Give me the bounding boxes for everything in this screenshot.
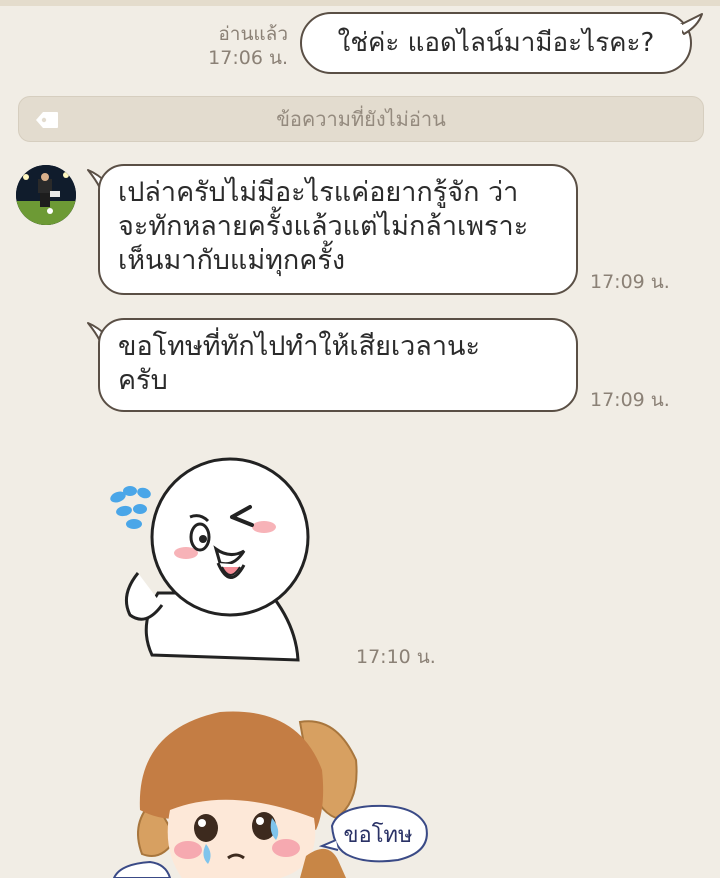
message-line: ครับ xyxy=(118,365,168,396)
read-label: อ่านแล้ว xyxy=(218,23,288,45)
unread-divider-label: ข้อความที่ยังไม่อ่าน xyxy=(276,107,446,131)
message-time: 17:10 น. xyxy=(356,646,436,668)
read-receipt: อ่านแล้ว 17:06 น. xyxy=(200,22,288,70)
outgoing-message-bubble[interactable]: ใช่ค่ะ แอดไลน์มามีอะไรคะ? xyxy=(300,12,692,74)
chat-screen: อ่านแล้ว 17:06 น. ใช่ค่ะ แอดไลน์มามีอะไร… xyxy=(0,0,720,878)
contact-avatar[interactable] xyxy=(16,165,76,225)
message-line: ขอโทษที่ทักไปทำให้เสียเวลานะ xyxy=(118,331,480,362)
outgoing-bubble-tail xyxy=(676,13,703,36)
message-time: 17:09 น. xyxy=(590,389,670,411)
message-time: 17:09 น. xyxy=(590,271,670,293)
outgoing-message-text: ใช่ค่ะ แอดไลน์มามีอะไรคะ? xyxy=(337,28,655,58)
incoming-message-bubble[interactable]: เปล่าครับไม่มีอะไรแค่อยากรู้จัก ว่า จะทั… xyxy=(98,164,578,295)
sweating-wink-sticker[interactable] xyxy=(100,455,320,674)
message-line: เห็นมากับแม่ทุกครั้ง xyxy=(118,245,346,276)
message-line: จะทักหลายครั้งแล้วแต่ไม่กล้าเพราะ xyxy=(118,211,529,242)
unread-divider: ข้อความที่ยังไม่อ่าน xyxy=(18,96,704,142)
sweat-drops-icon xyxy=(110,486,151,529)
message-line: เปล่าครับไม่มีอะไรแค่อยากรู้จัก ว่า xyxy=(118,177,519,208)
crying-boy-sorry-sticker[interactable]: ขอโทษ xyxy=(110,690,450,878)
incoming-message-bubble[interactable]: ขอโทษที่ทักไปทำให้เสียเวลานะ ครับ xyxy=(98,318,578,412)
tag-icon xyxy=(35,110,59,134)
top-edge xyxy=(0,0,720,6)
sticker-caption: ขอโทษ xyxy=(343,822,412,848)
outgoing-time: 17:06 น. xyxy=(208,47,288,69)
